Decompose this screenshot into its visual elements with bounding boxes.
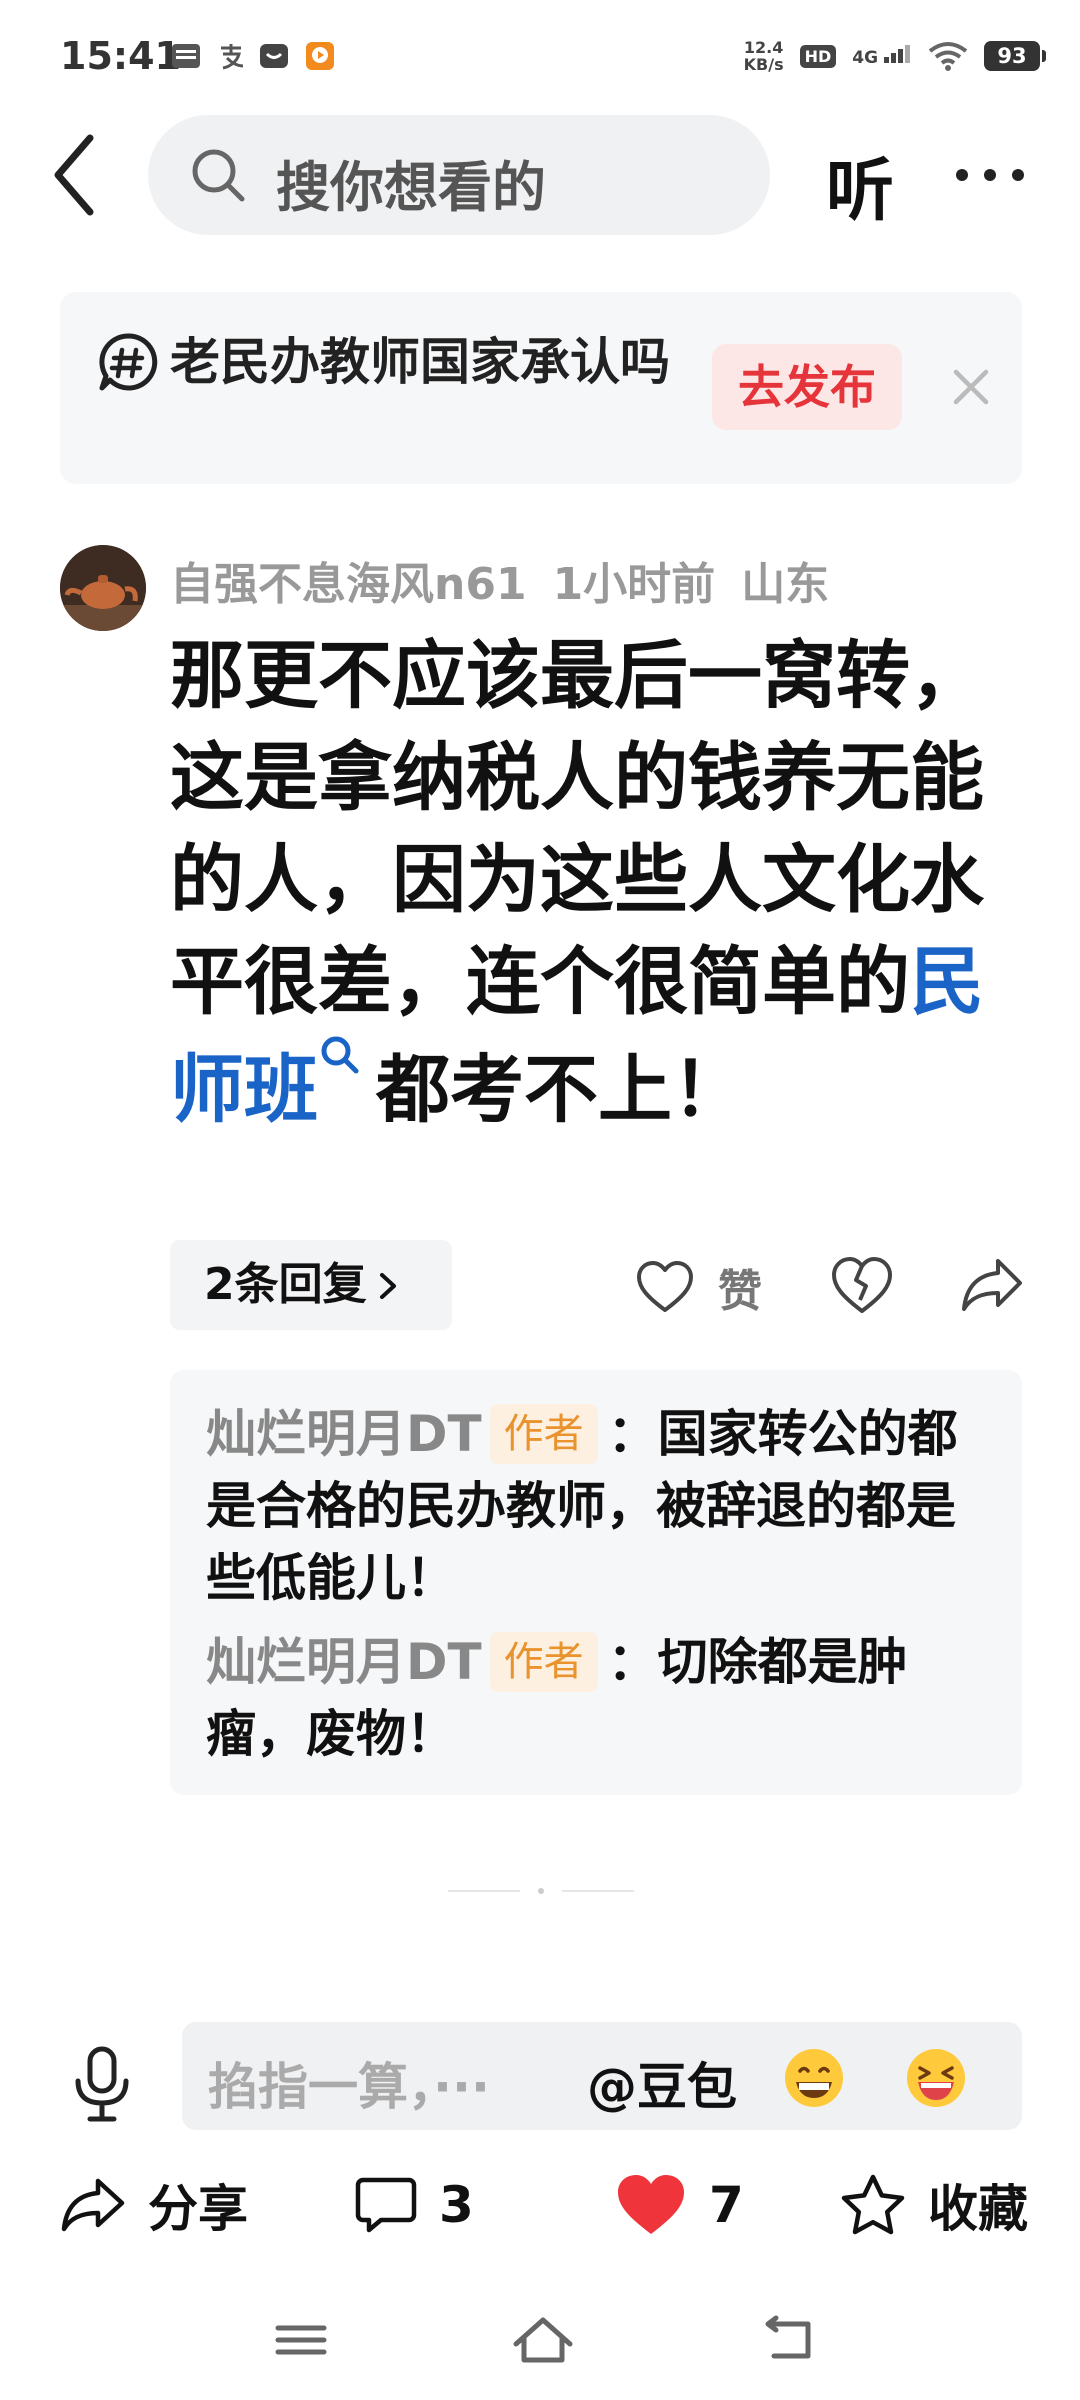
status-bar: 15:41 12.4 KB/s HD 4G 93 xyxy=(0,0,1080,110)
topic-banner[interactable]: 老民办教师国家承认吗 去发布 xyxy=(60,292,1022,484)
hd-badge: HD xyxy=(799,44,837,68)
teapot-avatar-image xyxy=(60,545,146,631)
comment-time: 1小时前 xyxy=(552,559,716,610)
heart-outline-icon xyxy=(637,1261,693,1312)
signal-icon xyxy=(884,44,910,63)
close-icon[interactable] xyxy=(946,362,996,412)
star-icon xyxy=(841,2174,905,2235)
reply-username[interactable]: 灿烂明月DT xyxy=(206,1405,482,1463)
toutiao-icon xyxy=(172,44,200,68)
search-input[interactable]: 搜你想看的 xyxy=(148,115,770,235)
wifi-icon xyxy=(928,42,968,71)
more-options-icon[interactable] xyxy=(950,150,1030,200)
author-tag: 作者 xyxy=(489,1404,598,1464)
chevron-right-icon xyxy=(379,1273,396,1299)
topic-title: 老民办教师国家承认吗 xyxy=(170,333,670,391)
status-time: 15:41 xyxy=(60,34,181,78)
comment-location: 山东 xyxy=(741,559,830,610)
home-icon[interactable] xyxy=(508,2310,578,2370)
listen-button[interactable]: 听 xyxy=(826,135,894,234)
comment-input[interactable]: 掐指一算，··· @豆包 xyxy=(182,2022,1022,2130)
back-nav-icon[interactable] xyxy=(752,2310,822,2370)
network-type: 4G xyxy=(852,44,912,68)
reply-item: 灿烂明月DT 作者 ：切除都是肿瘤，废物！ xyxy=(206,1626,986,1770)
video-app-icon xyxy=(306,42,334,70)
broken-heart-icon[interactable] xyxy=(830,1255,894,1315)
favorite-label: 收藏 xyxy=(928,2180,1028,2238)
back-arrow-icon[interactable] xyxy=(48,130,108,220)
view-replies-button[interactable]: 2条回复 xyxy=(170,1240,452,1330)
share-icon xyxy=(61,2178,125,2232)
mention-doubao-button[interactable]: @豆包 xyxy=(587,2047,737,2119)
grin-emoji-icon[interactable] xyxy=(782,2046,846,2110)
share-button[interactable]: 分享 xyxy=(60,2165,248,2245)
menu-icon[interactable] xyxy=(266,2310,336,2370)
comment-input-placeholder: 掐指一算，··· xyxy=(208,2058,490,2116)
like-post-button[interactable]: 7 xyxy=(615,2165,744,2245)
comment-meta: 自强不息海风n61 1小时前 山东 xyxy=(170,548,855,612)
comments-button[interactable]: 3 xyxy=(355,2165,474,2245)
keyword-search-icon[interactable] xyxy=(318,1033,362,1077)
like-comment-button[interactable]: 赞 xyxy=(636,1255,762,1319)
publish-button[interactable]: 去发布 xyxy=(712,344,902,430)
comment-text: 那更不应该最后一窝转，这是拿纳税人的钱养无能的人，因为这些人文化水平很差，连个很… xyxy=(170,633,984,1133)
avatar[interactable] xyxy=(60,545,146,631)
laugh-emoji-icon[interactable] xyxy=(904,2046,968,2110)
alipay-icon xyxy=(221,44,244,70)
author-tag: 作者 xyxy=(489,1632,598,1692)
comment-icon xyxy=(355,2177,417,2233)
reply-username[interactable]: 灿烂明月DT xyxy=(206,1633,482,1691)
network-speed: 12.4 KB/s xyxy=(743,38,784,74)
share-icon[interactable] xyxy=(960,1255,1024,1315)
reply-item: 灿烂明月DT 作者 ：国家转公的都是合格的民办教师，被辞退的都是些低能儿！ xyxy=(206,1398,986,1614)
search-icon xyxy=(192,149,245,202)
reply-preview-box[interactable]: 灿烂明月DT 作者 ：国家转公的都是合格的民办教师，被辞退的都是些低能儿！ 灿烂明月… xyxy=(170,1370,1022,1795)
loading-indicator xyxy=(448,1888,634,1894)
message-icon xyxy=(260,44,288,68)
battery-indicator: 93 xyxy=(984,41,1046,71)
microphone-icon[interactable] xyxy=(70,2045,134,2125)
share-label: 分享 xyxy=(148,2180,248,2238)
favorite-button[interactable]: 收藏 xyxy=(840,2165,1028,2245)
comment-username[interactable]: 自强不息海风n61 xyxy=(170,559,527,610)
comment-count: 3 xyxy=(439,2176,474,2234)
search-placeholder: 搜你想看的 xyxy=(276,156,546,219)
like-label: 赞 xyxy=(718,1266,762,1317)
heart-filled-icon xyxy=(618,2175,684,2234)
like-count: 7 xyxy=(709,2176,744,2234)
